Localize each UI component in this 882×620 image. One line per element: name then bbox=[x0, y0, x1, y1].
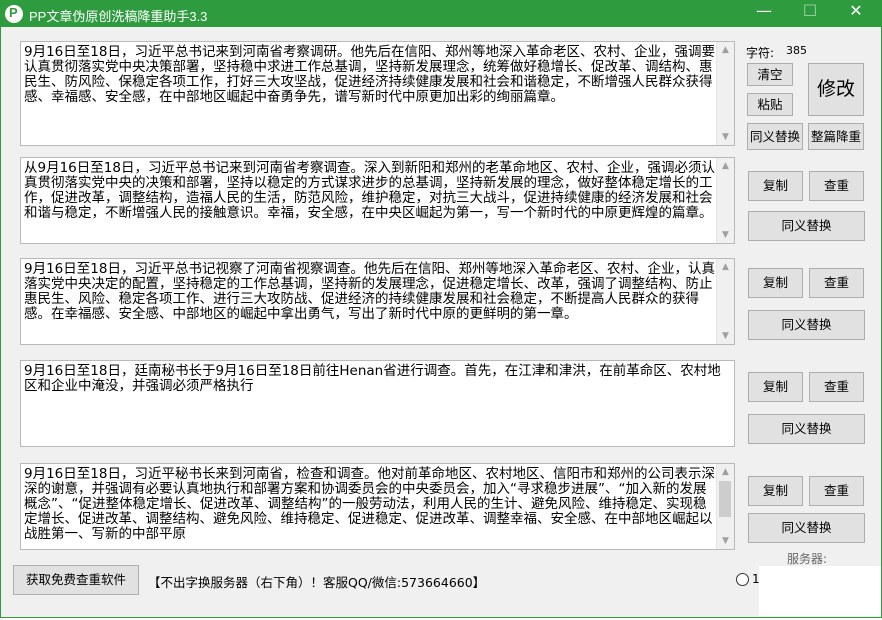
maximize-icon[interactable]: ☐ bbox=[787, 1, 833, 27]
copy-button-2[interactable]: 复制 bbox=[748, 268, 803, 298]
result-textarea-4[interactable]: 9月16日至18日，习近平秘书长来到河南省，检查和调查。他对前革命地区、农村地区… bbox=[20, 463, 735, 550]
scroll-up-icon[interactable]: ▲ bbox=[717, 464, 734, 480]
synonym-button-2[interactable]: 同义替换 bbox=[748, 310, 865, 340]
app-logo-icon bbox=[5, 5, 23, 23]
result-text-1: 从9月16日至18日，习近平总书记来到河南省考察调查。深入到新阳和郑州的老革命地… bbox=[24, 160, 715, 221]
input-text: 9月16日至18日，习近平总书记来到河南省考察调研。他先后在信阳、郑州等地深入革… bbox=[24, 44, 715, 105]
support-notice: 【不出字换服务器（右下角）！客服QQ/微信:573664660】 bbox=[148, 575, 486, 590]
result-textarea-2[interactable]: 9月16日至18日，习近平总书记视察了河南省视察调查。他先后在信阳、郑州等地深入… bbox=[20, 258, 735, 345]
input-synonym-button[interactable]: 同义替换 bbox=[747, 123, 803, 150]
synonym-button-1[interactable]: 同义替换 bbox=[748, 211, 865, 241]
paste-button[interactable]: 粘贴 bbox=[747, 93, 793, 116]
main-window: PP文章伪原创洗稿降重助手3.3 — ☐ ✕ 9月16日至18日，习近平总书记来… bbox=[0, 0, 882, 618]
scroll-down-icon[interactable]: ▼ bbox=[717, 129, 734, 145]
server-radio-1[interactable] bbox=[736, 573, 749, 586]
scroll-thumb[interactable] bbox=[719, 481, 731, 517]
synonym-button-4[interactable]: 同义替换 bbox=[748, 513, 865, 543]
result-textarea-3[interactable]: 9月16日至18日，廷南秘书长于9月16日至18日前往Henan省进行调查。首先… bbox=[20, 360, 735, 447]
scroll-up-icon[interactable]: ▲ bbox=[717, 42, 734, 58]
get-free-software-button[interactable]: 获取免费查重软件 bbox=[13, 565, 139, 595]
check-button-2[interactable]: 查重 bbox=[809, 268, 864, 298]
synonym-button-3[interactable]: 同义替换 bbox=[748, 414, 865, 444]
result-text-4: 9月16日至18日，习近平秘书长来到河南省，检查和调查。他对前革命地区、农村地区… bbox=[24, 466, 715, 542]
copy-button-3[interactable]: 复制 bbox=[748, 372, 803, 402]
input-textarea[interactable]: 9月16日至18日，习近平总书记来到河南省考察调研。他先后在信阳、郑州等地深入革… bbox=[20, 41, 735, 146]
check-button-1[interactable]: 查重 bbox=[809, 171, 864, 201]
result-scrollbar-4[interactable]: ▲ ▼ bbox=[716, 464, 734, 549]
input-scrollbar[interactable]: ▲ ▼ bbox=[716, 42, 734, 145]
close-icon[interactable]: ✕ bbox=[833, 1, 879, 27]
result-text-3: 9月16日至18日，廷南秘书长于9月16日至18日前往Henan省进行调查。首先… bbox=[24, 363, 721, 394]
copy-button-4[interactable]: 复制 bbox=[748, 476, 803, 506]
window-title: PP文章伪原创洗稿降重助手3.3 bbox=[29, 9, 208, 24]
check-button-3[interactable]: 查重 bbox=[809, 372, 864, 402]
char-count-label: 字符: bbox=[746, 46, 775, 60]
check-button-4[interactable]: 查重 bbox=[809, 476, 864, 506]
copy-button-1[interactable]: 复制 bbox=[748, 171, 803, 201]
minimize-icon[interactable]: — bbox=[741, 1, 787, 27]
clear-button[interactable]: 清空 bbox=[747, 63, 793, 86]
full-rewrite-button[interactable]: 整篇降重 bbox=[808, 123, 864, 150]
scroll-up-icon[interactable]: ▲ bbox=[717, 158, 734, 174]
title-bar: PP文章伪原创洗稿降重助手3.3 — ☐ ✕ bbox=[1, 1, 881, 27]
result-text-2: 9月16日至18日，习近平总书记视察了河南省视察调查。他先后在信阳、郑州等地深入… bbox=[24, 261, 715, 322]
result-scrollbar-2[interactable]: ▲ ▼ bbox=[716, 259, 734, 344]
result-textarea-1[interactable]: 从9月16日至18日，习近平总书记来到河南省考察调查。深入到新阳和郑州的老革命地… bbox=[20, 157, 735, 244]
scroll-up-icon[interactable]: ▲ bbox=[717, 259, 734, 275]
server-list-area bbox=[759, 566, 881, 616]
scroll-down-icon[interactable]: ▼ bbox=[717, 328, 734, 344]
scroll-down-icon[interactable]: ▼ bbox=[717, 227, 734, 243]
modify-button[interactable]: 修改 bbox=[808, 63, 864, 116]
char-count-value: 385 bbox=[786, 44, 807, 57]
scroll-down-icon[interactable]: ▼ bbox=[717, 533, 734, 549]
result-scrollbar-1[interactable]: ▲ ▼ bbox=[716, 158, 734, 243]
server-label: 服务器: bbox=[787, 552, 828, 566]
